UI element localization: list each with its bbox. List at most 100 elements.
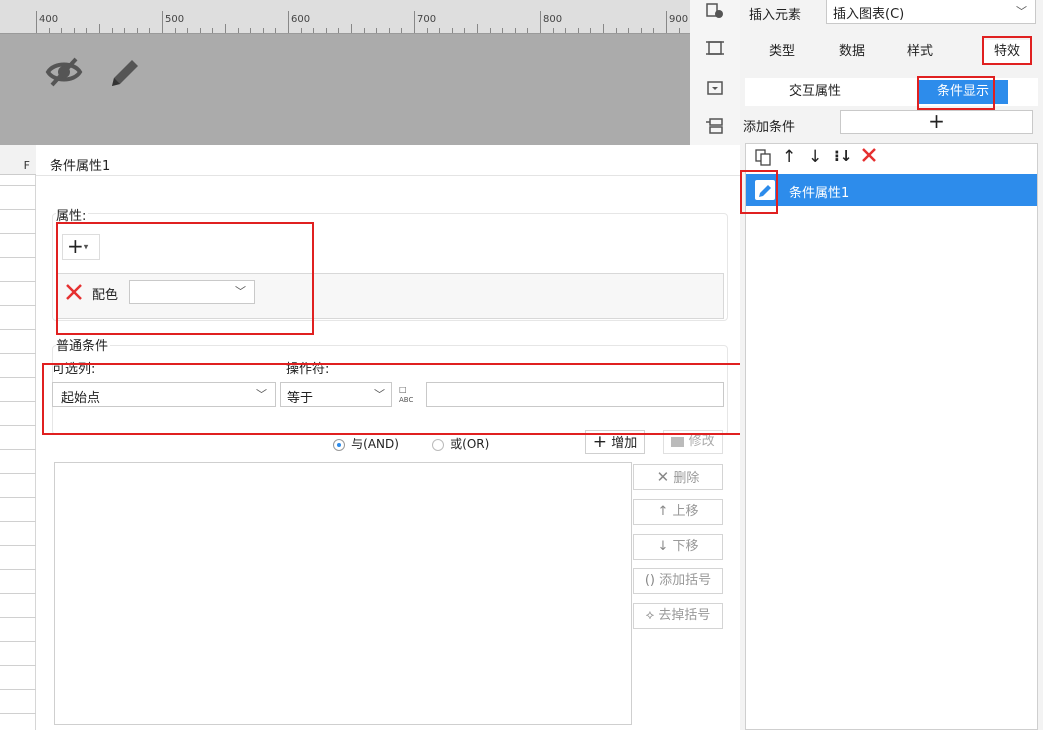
- divider: [36, 175, 740, 176]
- add-condition-label: 添加条件: [743, 120, 796, 135]
- row-line: [0, 401, 36, 402]
- ruler-tick: [552, 28, 554, 33]
- ruler-tick: [338, 28, 340, 33]
- arrow-down-icon: ↓: [657, 539, 669, 554]
- ruler-tick: [388, 28, 390, 33]
- ruler-number: 700: [417, 14, 437, 25]
- ruler-tick: [401, 28, 403, 33]
- add-paren-button[interactable]: () 添加括号: [633, 568, 723, 594]
- frame-icon[interactable]: [704, 38, 726, 60]
- add-paren-label: 添加括号: [659, 573, 712, 588]
- move-up-button[interactable]: ↑ 上移: [633, 499, 723, 525]
- subtab-interaction[interactable]: 交互属性: [770, 80, 860, 104]
- insert-element-label: 插入元素: [749, 8, 802, 23]
- delete-label: 删除: [673, 471, 700, 486]
- dropdown-widget-icon[interactable]: [704, 78, 726, 100]
- layer-info-icon[interactable]: [704, 2, 726, 24]
- ruler-tick: [174, 28, 176, 33]
- row-line: [0, 425, 36, 426]
- insert-chart-select[interactable]: 插入图表(C) ﹀: [826, 0, 1036, 24]
- ruler-tick: [603, 24, 604, 33]
- ruler: 400 500 600 700 800 900: [0, 0, 690, 34]
- ruler-tick: [376, 28, 378, 33]
- ruler-tick: [199, 28, 201, 33]
- highlight-edit-icon: [740, 170, 778, 214]
- row-line: [0, 209, 36, 210]
- move-bottom-icon[interactable]: ⁝↓: [834, 147, 852, 165]
- ruler-tick: [325, 28, 327, 33]
- plus-icon: +: [592, 432, 608, 452]
- row-line: [0, 473, 36, 474]
- ruler-tick: [288, 11, 289, 33]
- row-line: [0, 689, 36, 690]
- modify-label: 修改: [688, 434, 715, 449]
- pencil-icon[interactable]: [104, 52, 144, 92]
- tab-style[interactable]: 样式: [890, 40, 950, 64]
- component-icon-strip: [690, 0, 740, 145]
- arrow-up-icon[interactable]: ↑: [782, 147, 796, 167]
- ruler-tick: [590, 28, 592, 33]
- and-radio[interactable]: 与(AND): [333, 435, 399, 452]
- design-canvas[interactable]: 400 500 600 700 800 900: [0, 0, 690, 145]
- ruler-tick: [162, 11, 163, 33]
- ruler-tick: [565, 28, 567, 33]
- ruler-tick: [426, 28, 428, 33]
- highlight-attribute-box: [56, 222, 314, 335]
- ruler-tick: [678, 28, 680, 33]
- eye-off-icon[interactable]: [44, 52, 84, 92]
- row-line: [0, 449, 36, 450]
- ruler-tick: [262, 28, 264, 33]
- ruler-tick: [300, 28, 302, 33]
- row-line: [0, 281, 36, 282]
- remove-paren-button[interactable]: ⟡ 去掉括号: [633, 603, 723, 629]
- ruler-tick: [351, 24, 352, 33]
- list-item[interactable]: 条件属性1: [746, 174, 1037, 206]
- sheet-column: F: [0, 145, 36, 730]
- highlight-condition-box: [42, 363, 752, 435]
- row-line: [0, 713, 36, 714]
- delete-icon[interactable]: [860, 146, 878, 168]
- row-line: [0, 569, 36, 570]
- dialog-title: 条件属性1: [50, 159, 111, 174]
- delete-condition-button[interactable]: ✕ 删除: [633, 464, 723, 490]
- move-down-button[interactable]: ↓ 下移: [633, 534, 723, 560]
- copy-icon[interactable]: [754, 148, 772, 170]
- row-line: [0, 353, 36, 354]
- highlight-condition-subtab: [917, 76, 995, 110]
- move-down-label: 下移: [672, 539, 699, 554]
- list-item-label: 条件属性1: [789, 186, 850, 201]
- ruler-tick: [237, 28, 239, 33]
- edit-icon: [671, 436, 685, 447]
- condition-list[interactable]: [54, 462, 632, 725]
- row-line: [0, 377, 36, 378]
- ruler-tick: [464, 28, 466, 33]
- right-property-panel: 插入元素 插入图表(C) ﹀ 类型 数据 样式 特效 交互属性 条件显示 添加条…: [740, 0, 1043, 730]
- tab-type[interactable]: 类型: [752, 40, 812, 64]
- arrow-down-icon[interactable]: ↓: [808, 147, 822, 167]
- ruler-number: 400: [39, 14, 59, 25]
- or-radio[interactable]: 或(OR): [432, 435, 489, 452]
- row-line: [0, 545, 36, 546]
- row-line: [0, 641, 36, 642]
- condition-attribute-list[interactable]: ↑ ↓ ⁝↓ 条件属性1: [745, 143, 1038, 730]
- remove-paren-icon: ⟡: [645, 608, 655, 623]
- ruler-tick: [640, 28, 642, 33]
- add-condition-button[interactable]: +: [840, 110, 1033, 134]
- close-icon: ✕: [656, 468, 670, 486]
- arrow-up-icon: ↑: [657, 504, 669, 519]
- row-line: [0, 617, 36, 618]
- ruler-tick: [149, 28, 151, 33]
- ruler-tick: [36, 11, 37, 33]
- highlight-effects-tab: [982, 36, 1032, 65]
- row-line: [0, 521, 36, 522]
- common-condition-label: 普通条件: [56, 335, 111, 354]
- row-line: [0, 257, 36, 258]
- ruler-tick: [666, 11, 667, 33]
- tab-data[interactable]: 数据: [822, 40, 882, 64]
- ruler-tick: [61, 28, 63, 33]
- list-widget-icon[interactable]: [704, 116, 726, 138]
- ruler-tick: [187, 28, 189, 33]
- ruler-tick: [451, 28, 453, 33]
- and-radio-label: 与(AND): [351, 437, 399, 451]
- add-condition-label: 增加: [611, 436, 638, 451]
